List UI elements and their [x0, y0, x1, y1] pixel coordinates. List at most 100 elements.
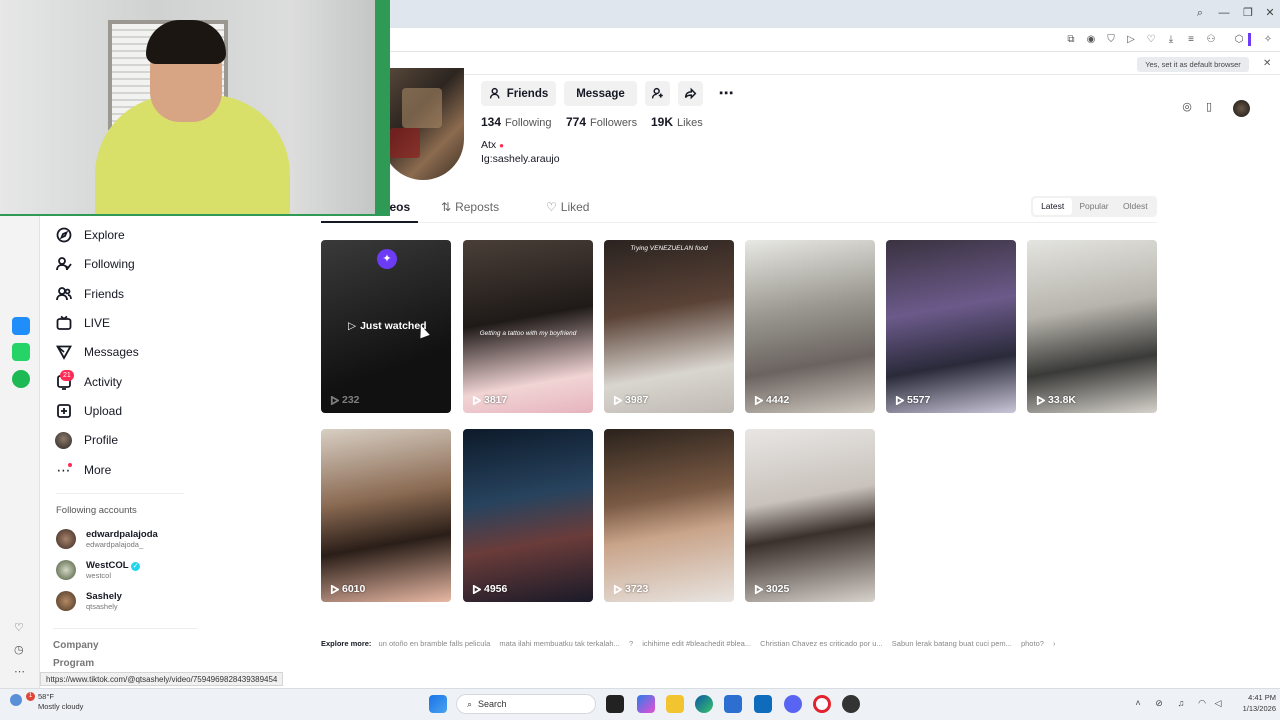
weather-icon[interactable]: [10, 694, 22, 706]
user-avatar[interactable]: [1233, 100, 1250, 117]
explore-chip[interactable]: ichihime edit #bleachedit #blea...: [642, 639, 751, 648]
explore-chip[interactable]: un otoño en bramble falls pelicula: [379, 639, 491, 648]
explore-chip[interactable]: ?: [629, 639, 633, 648]
screenshot-icon[interactable]: ⧉: [1065, 34, 1077, 46]
view-count: 3987: [625, 394, 649, 406]
account-item[interactable]: edwardpalajoda edwardpalajoda_: [56, 524, 158, 554]
video-thumbnail[interactable]: 5577: [886, 240, 1016, 413]
message-button[interactable]: Message: [564, 81, 637, 106]
nav-profile[interactable]: Profile: [55, 428, 118, 452]
footer-program-link[interactable]: Program: [53, 658, 94, 669]
windows-start-icon[interactable]: [429, 695, 447, 713]
profile-avatar: [55, 431, 72, 449]
nav-friends[interactable]: Friends: [55, 282, 124, 306]
nav-messages[interactable]: Messages: [55, 340, 139, 364]
stat-following[interactable]: 134 Following: [481, 115, 552, 129]
explore-chip[interactable]: Christian Chavez es criticado por u...: [760, 639, 883, 648]
taskbar-search[interactable]: ⌕ Search: [456, 694, 596, 714]
view-count: 5577: [907, 394, 931, 406]
account-icon[interactable]: ⚇: [1205, 34, 1217, 46]
video-thumbnail[interactable]: 3025: [745, 429, 875, 602]
play-icon[interactable]: ▷: [1125, 34, 1137, 46]
avatar: [56, 560, 76, 580]
explore-chip[interactable]: mata ilahi membuatku tak terkalah...: [499, 639, 619, 648]
explore-chip[interactable]: Sabun lerak batang buat cuci pem...: [892, 639, 1012, 648]
bio-line-1: Atx ●: [481, 139, 504, 151]
close-window-button[interactable]: ✕: [1262, 6, 1278, 20]
footer-company-link[interactable]: Company: [53, 640, 99, 651]
camera-icon[interactable]: ◉: [1085, 34, 1097, 46]
app-icon[interactable]: [842, 695, 860, 713]
more-options-button[interactable]: ⋯: [712, 81, 740, 106]
ai-icon[interactable]: ✧: [1262, 34, 1274, 46]
play-icon: ▷: [348, 320, 357, 332]
file-explorer-icon[interactable]: [666, 695, 684, 713]
opera-icon[interactable]: [813, 695, 831, 713]
friends-button[interactable]: Friends: [481, 81, 556, 106]
video-thumbnail[interactable]: Getting a tattoo with my boyfriend 3817: [463, 240, 593, 413]
chevron-right-icon[interactable]: ›: [1053, 639, 1056, 648]
set-default-browser-button[interactable]: Yes, set it as default browser: [1137, 57, 1249, 72]
close-infobar-icon[interactable]: ✕: [1263, 58, 1271, 69]
account-item[interactable]: WestCOL ✓ westcol: [56, 555, 141, 585]
sparkle-icon[interactable]: ✦: [377, 249, 397, 269]
chevron-up-icon[interactable]: ˄: [1132, 698, 1144, 710]
nav-label: Activity: [84, 375, 123, 389]
whatsapp-icon[interactable]: [12, 343, 30, 361]
heart-icon[interactable]: ♡: [1145, 34, 1157, 46]
favorites-icon[interactable]: ♡: [14, 621, 24, 634]
stat-followers[interactable]: 774 Followers: [566, 115, 637, 129]
shield-icon[interactable]: ⛉: [1105, 34, 1117, 46]
nav-following[interactable]: Following: [55, 252, 135, 276]
weather-widget[interactable]: 58°F Mostly cloudy: [38, 692, 83, 712]
sort-control[interactable]: Latest Popular Oldest: [1031, 196, 1157, 217]
copilot-icon[interactable]: [637, 695, 655, 713]
more-icon[interactable]: ⋯: [14, 665, 25, 678]
video-thumbnail[interactable]: 4442: [745, 240, 875, 413]
device-icon[interactable]: ▯: [1201, 100, 1217, 116]
video-thumbnail[interactable]: 6010: [321, 429, 451, 602]
search-icon[interactable]: ⌕: [1192, 6, 1208, 20]
share-button[interactable]: [678, 81, 703, 106]
add-friend-button[interactable]: [645, 81, 670, 106]
extension-icon[interactable]: ⬡: [1233, 34, 1245, 46]
history-icon[interactable]: ◷: [14, 643, 24, 656]
minimize-button[interactable]: —: [1216, 6, 1232, 20]
video-thumbnail[interactable]: 4956: [463, 429, 593, 602]
tab-reposts[interactable]: ⇅ Reposts: [441, 200, 499, 214]
volume-icon[interactable]: ◁: [1212, 698, 1224, 710]
message-label: Message: [576, 87, 625, 100]
store-icon[interactable]: [724, 695, 742, 713]
account-name: Sashely: [86, 591, 122, 602]
nav-more[interactable]: ⋯ More: [55, 458, 112, 482]
network-off-icon[interactable]: ⊘: [1153, 698, 1165, 710]
sort-latest[interactable]: Latest: [1033, 198, 1073, 215]
wifi-icon[interactable]: ◠: [1196, 698, 1208, 710]
sidebar-indicator: [1248, 33, 1251, 46]
task-view-icon[interactable]: [606, 695, 624, 713]
spotify-icon[interactable]: [12, 370, 30, 388]
outlook-icon[interactable]: [754, 695, 772, 713]
account-item[interactable]: Sashely qtsashely: [56, 586, 122, 616]
nav-upload[interactable]: Upload: [55, 399, 122, 423]
compass-icon[interactable]: ◎: [1179, 100, 1195, 116]
edge-icon[interactable]: [695, 695, 713, 713]
nav-live[interactable]: LIVE: [55, 311, 110, 335]
sort-popular[interactable]: Popular: [1074, 198, 1113, 215]
video-thumbnail[interactable]: Trying VENEZUELAN food 3987: [604, 240, 734, 413]
explore-more-row: Explore more: un otoño en bramble falls …: [321, 639, 1161, 651]
restore-button[interactable]: ❐: [1240, 6, 1256, 20]
tab-liked[interactable]: ♡ Liked: [546, 200, 589, 214]
nav-explore[interactable]: Explore: [55, 223, 125, 247]
video-thumbnail[interactable]: 3723: [604, 429, 734, 602]
video-thumbnail[interactable]: 33.8K: [1027, 240, 1157, 413]
menu-icon[interactable]: ≡: [1185, 34, 1197, 46]
explore-chip[interactable]: photo?: [1021, 639, 1044, 648]
messenger-icon[interactable]: [12, 317, 30, 335]
discord-icon[interactable]: [784, 695, 802, 713]
sort-oldest[interactable]: Oldest: [1116, 198, 1155, 215]
account-handle: westcol: [86, 571, 112, 580]
mic-icon[interactable]: ♫: [1175, 698, 1187, 710]
taskbar-clock[interactable]: 4:41 PM 1/13/2026: [1226, 692, 1276, 714]
download-icon[interactable]: ⤓: [1165, 34, 1177, 46]
